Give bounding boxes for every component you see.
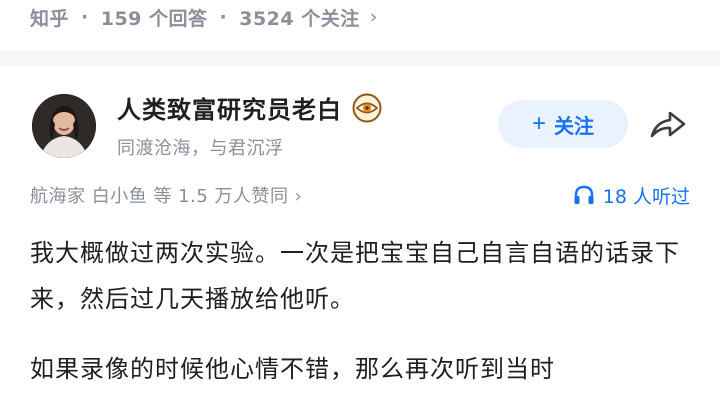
answer-page: 知乎 · 159 个回答 · 3524 个关注 › 人类致富研究员老白 同渡沧海… (0, 0, 720, 405)
listen-count-text: 18 人听过 (602, 185, 690, 208)
answer-count: 159 个回答 (100, 7, 208, 30)
avatar[interactable] (32, 94, 96, 158)
listen-count[interactable]: 18 人听过 (573, 182, 690, 209)
section-divider (0, 50, 720, 66)
dot-separator: · (219, 6, 228, 28)
headphone-icon (574, 185, 594, 204)
upvote-summary[interactable]: 航海家 白小鱼 等 1.5 万人赞同 › (30, 182, 302, 208)
dot-separator: · (81, 6, 89, 28)
answer-meta-row: 航海家 白小鱼 等 1.5 万人赞同 › 18 人听过 (30, 180, 690, 210)
follow-label: 关注 (554, 115, 594, 138)
eye-badge-icon (352, 93, 382, 122)
follower-count: 3524 个关注 (239, 7, 360, 30)
plus-icon: + (531, 110, 546, 137)
share-icon[interactable] (648, 108, 688, 142)
author-bio: 同渡沧海，与君沉浮 (117, 138, 284, 159)
author-name[interactable]: 人类致富研究员老白 (117, 90, 342, 125)
author-row: 人类致富研究员老白 同渡沧海，与君沉浮 + 关注 (0, 66, 720, 178)
chevron-right-icon: › (294, 186, 303, 207)
answer-body: 我大概做过两次实验。一次是把宝宝自己自言自语的话录下来，然后过几天播放给他听。 … (30, 230, 690, 392)
question-meta-bar[interactable]: 知乎 · 159 个回答 · 3524 个关注 › (0, 0, 720, 34)
follow-button[interactable]: + 关注 (498, 100, 628, 148)
author-name-wrap[interactable]: 人类致富研究员老白 (117, 90, 382, 125)
paragraph: 我大概做过两次实验。一次是把宝宝自己自言自语的话录下来，然后过几天播放给他听。 (30, 239, 680, 313)
chevron-right-icon: › (369, 6, 378, 28)
upvote-text: 航海家 白小鱼 等 1.5 万人赞同 (30, 186, 289, 207)
paragraph: 如果录像的时候他心情不错，那么再次听到当时 (30, 355, 555, 383)
source-label: 知乎 (30, 7, 70, 30)
